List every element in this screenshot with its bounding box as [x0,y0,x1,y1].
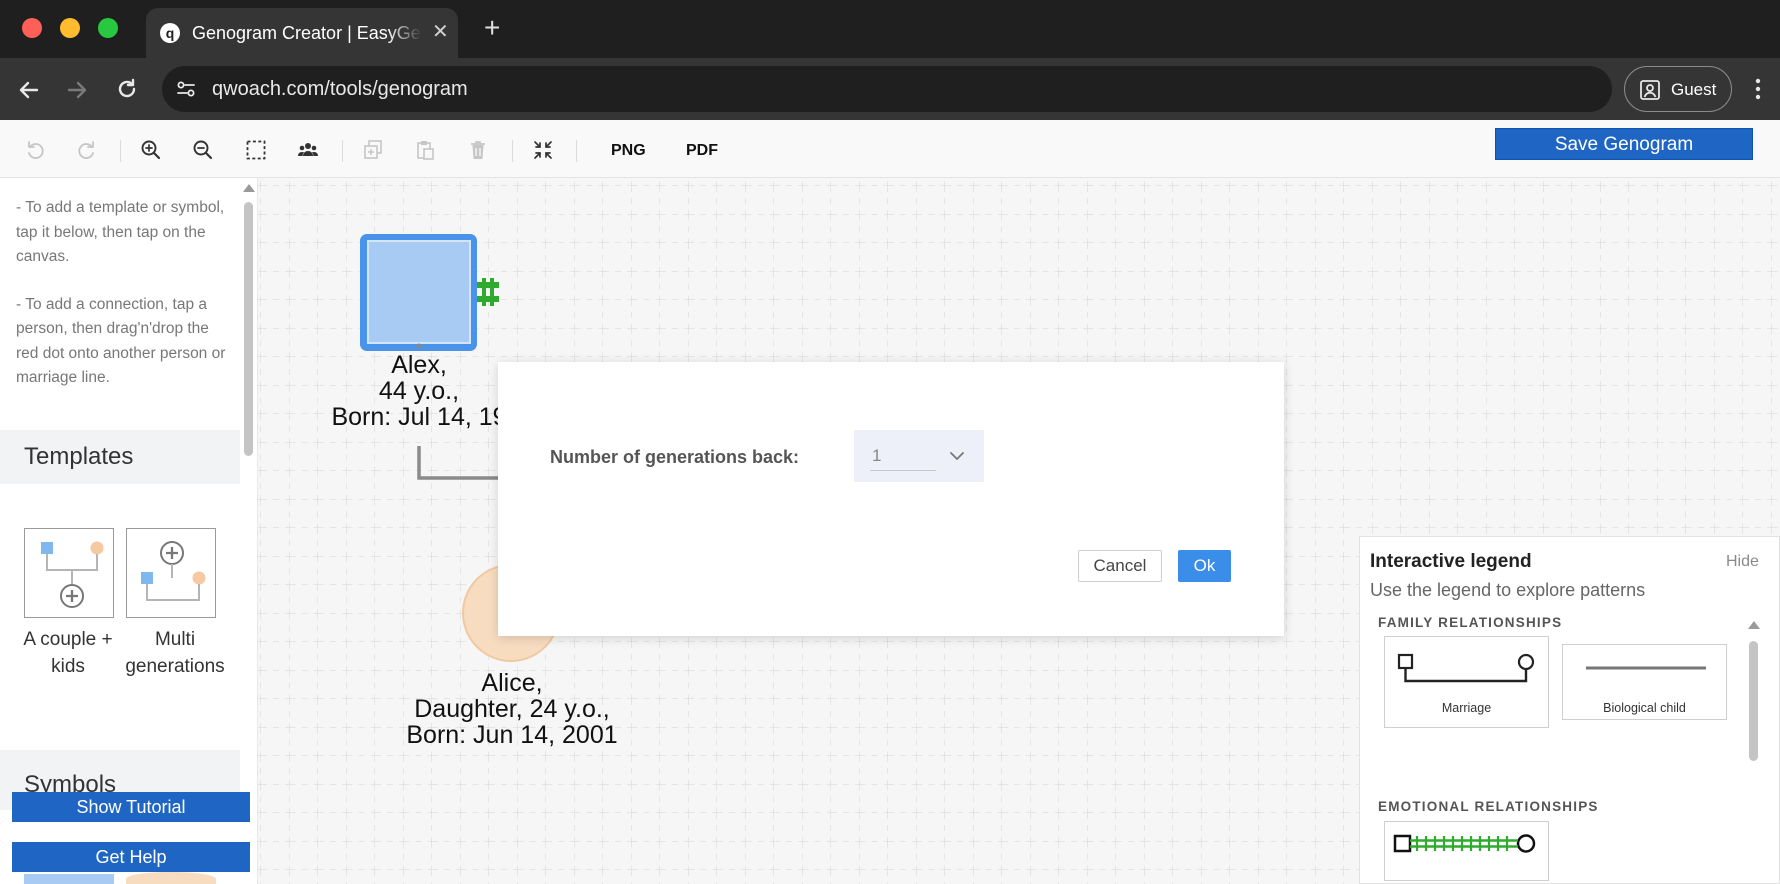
undo-icon[interactable] [24,139,46,161]
toolbar-divider [120,140,121,162]
template-couple-kids[interactable] [24,528,114,618]
help-instructions: - To add a template or symbol, tap it be… [16,196,226,391]
window-minimize-button[interactable] [60,18,80,38]
browser-menu-icon[interactable] [1748,76,1768,102]
profile-button[interactable]: Guest [1624,66,1732,112]
template-multi-generations-label: Multi generations [125,629,225,677]
editor-toolbar: PNG PDF Save Genogram [0,120,1780,178]
legend-scroll-up-arrow[interactable] [1748,621,1760,629]
sidebar-scroll-up-arrow[interactable] [243,184,255,192]
sidebar-scrollbar[interactable] [244,202,253,456]
url-text: qwoach.com/tools/genogram [212,78,468,100]
person-alice-name: Alice, [481,669,543,697]
generations-dialog: Number of generations back: 1 Cancel Ok [498,362,1284,636]
window-maximize-button[interactable] [98,18,118,38]
select-area-icon[interactable] [245,139,267,161]
legend-emotional-card[interactable] [1384,821,1549,881]
marriage-symbol-icon [1397,653,1535,683]
tab-title: Genogram Creator | EasyGenogram [192,23,422,43]
person-alice-born: Born: Jun 14, 2001 [406,721,618,749]
fit-to-screen-icon[interactable] [532,139,554,161]
genogram-app: PNG PDF Save Genogram - To add a templat… [0,120,1780,884]
ok-button[interactable]: Ok [1178,550,1231,582]
biological-child-line-icon [1586,666,1706,670]
site-favicon-icon: q [160,23,180,43]
sidebar: - To add a template or symbol, tap it be… [0,178,258,884]
template-multi-generations-icon [141,541,206,601]
people-group-icon[interactable] [297,139,319,161]
help-add-connection-text: - To add a connection, tap a person, the… [16,295,226,387]
browser-tab-strip: q Genogram Creator | EasyGenogram ✕ + [0,0,1780,58]
chevron-down-icon [950,452,964,460]
interactive-legend: Interactive legend Hide Use the legend t… [1359,536,1780,884]
family-relationships-heading: FAMILY RELATIONSHIPS [1378,615,1563,630]
template-couple-kids-icon [41,541,104,608]
tab-close-icon[interactable]: ✕ [432,22,449,42]
generations-back-value: 1 [872,446,882,465]
symbol-male-preview[interactable] [24,874,114,884]
generations-back-select[interactable]: 1 [854,430,984,482]
browser-address-bar: qwoach.com/tools/genogram Guest [0,58,1780,120]
toolbar-divider [576,140,577,162]
profile-label: Guest [1671,80,1717,99]
forward-arrow-icon[interactable] [64,77,90,103]
url-bar[interactable]: qwoach.com/tools/genogram [162,66,1612,112]
window-close-button[interactable] [22,18,42,38]
browser-tab[interactable]: q Genogram Creator | EasyGenogram ✕ [146,8,458,58]
generations-back-label: Number of generations back: [550,447,800,467]
person-alice-relation-age: Daughter, 24 y.o., [414,695,610,723]
legend-hide-button[interactable]: Hide [1726,553,1759,571]
show-tutorial-button[interactable]: Show Tutorial [12,792,250,822]
legend-marriage-card[interactable]: Marriage [1384,636,1549,728]
paste-icon[interactable] [414,139,436,161]
export-pdf-button[interactable]: PDF [686,142,718,160]
template-multi-generations[interactable] [126,528,216,618]
reload-icon[interactable] [114,77,140,103]
legend-subtitle: Use the legend to explore patterns [1370,580,1646,600]
site-settings-icon[interactable] [174,77,198,101]
get-help-button[interactable]: Get Help [12,842,250,872]
legend-scrollbar[interactable] [1749,641,1758,761]
zoom-out-icon[interactable] [192,139,214,161]
new-tab-plus-icon[interactable]: + [484,14,500,42]
duplicate-icon[interactable] [362,139,384,161]
legend-biological-child-label: Biological child [1603,701,1686,715]
redo-icon[interactable] [76,139,98,161]
templates-heading: Templates [0,430,240,484]
template-couple-kids-label: A couple + kids [23,629,113,677]
cancel-button[interactable]: Cancel [1078,550,1162,582]
export-png-button[interactable]: PNG [611,142,646,160]
close-relationship-line-icon [1393,834,1536,853]
zoom-in-icon[interactable] [140,139,162,161]
help-add-template-text: - To add a template or symbol, tap it be… [16,199,225,265]
select-underline [870,470,936,471]
person-alice-label: Alice, Daughter, 24 y.o., Born: Jun 14, … [362,670,662,748]
toolbar-divider [342,140,343,162]
legend-biological-child-card[interactable]: Biological child [1562,644,1727,720]
symbol-female-preview[interactable] [126,872,216,884]
save-genogram-button[interactable]: Save Genogram [1495,128,1753,160]
back-arrow-icon[interactable] [16,77,42,103]
legend-marriage-label: Marriage [1441,701,1492,715]
emotional-relationships-heading: EMOTIONAL RELATIONSHIPS [1378,799,1599,814]
profile-icon [1640,80,1660,100]
trash-icon[interactable] [467,139,489,161]
toolbar-divider [512,140,513,162]
legend-title: Interactive legend [1370,551,1532,572]
person-alex-symbol[interactable] [360,234,477,351]
